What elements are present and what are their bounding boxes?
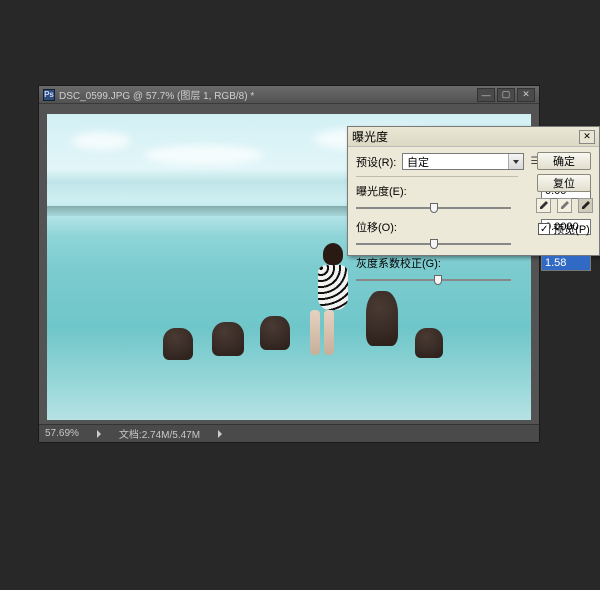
gamma-field[interactable]: 1.58 <box>541 255 591 271</box>
document-size: 文档:2.74M/5.47M <box>119 426 200 441</box>
exposure-label: 曝光度(E): <box>356 183 434 199</box>
preview-checkbox[interactable]: ✓ <box>538 223 550 235</box>
preset-label: 预设(R): <box>356 154 402 170</box>
status-bar: 57.69% 文档:2.74M/5.47M <box>39 424 539 442</box>
zoom-readout[interactable]: 57.69% <box>45 428 79 439</box>
reset-button[interactable]: 复位 <box>537 174 591 192</box>
eyedropper-group <box>536 198 593 213</box>
divider <box>356 176 518 177</box>
ok-button[interactable]: 确定 <box>537 152 591 170</box>
dialog-title: 曝光度 <box>352 128 388 145</box>
chevron-down-icon[interactable] <box>508 154 523 169</box>
offset-slider[interactable] <box>356 239 511 249</box>
exposure-slider[interactable] <box>356 203 511 213</box>
dialog-close-button[interactable]: ✕ <box>579 130 595 144</box>
minimize-button[interactable]: — <box>477 88 495 102</box>
close-button[interactable]: ✕ <box>517 88 535 102</box>
window-title: DSC_0599.JPG @ 57.7% (图层 1, RGB/8) * <box>59 87 254 102</box>
zoom-menu-icon[interactable] <box>97 430 101 438</box>
status-menu-icon[interactable] <box>218 430 222 438</box>
preset-select[interactable]: 自定 <box>402 153 524 170</box>
black-eyedropper-icon[interactable] <box>536 198 551 213</box>
dialog-titlebar[interactable]: 曝光度 ✕ <box>348 127 599 147</box>
offset-label: 位移(O): <box>356 219 434 235</box>
app-logo-icon: Ps <box>43 89 55 101</box>
window-titlebar[interactable]: Ps DSC_0599.JPG @ 57.7% (图层 1, RGB/8) * … <box>39 86 539 104</box>
gamma-label: 灰度系数校正(G): <box>356 255 448 271</box>
maximize-button[interactable]: ▢ <box>497 88 515 102</box>
gamma-slider[interactable] <box>356 275 511 285</box>
exposure-dialog: 曝光度 ✕ 预设(R): 自定 ☰ 曝光度(E): 0.00 位移(O): <box>347 126 600 256</box>
white-eyedropper-icon[interactable] <box>578 198 593 213</box>
preset-value: 自定 <box>403 154 508 170</box>
preview-label: 预览(P) <box>553 221 590 237</box>
gray-eyedropper-icon[interactable] <box>557 198 572 213</box>
